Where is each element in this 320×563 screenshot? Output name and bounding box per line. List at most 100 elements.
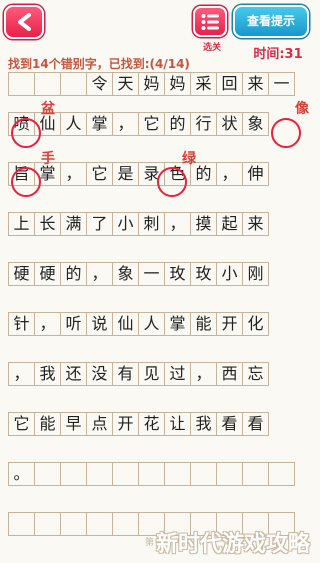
grid-cell[interactable]: 早	[61, 413, 87, 435]
grid-cell[interactable]: 一	[139, 263, 165, 285]
grid-cell[interactable]: 伸	[243, 163, 269, 185]
grid-cell[interactable]: 刚	[243, 263, 269, 285]
grid-cell[interactable]: 点	[87, 413, 113, 435]
correction-label: 盆	[41, 101, 55, 117]
grid-cell[interactable]: 的	[165, 113, 191, 135]
grid-cell[interactable]: ，	[9, 363, 35, 385]
level-select-button[interactable]	[193, 6, 227, 37]
grid-cell[interactable]: 我	[35, 363, 61, 385]
correction-label: 像	[295, 101, 309, 117]
grid-cell[interactable]: 小	[113, 213, 139, 235]
grid-cell[interactable]: 化	[243, 313, 269, 335]
grid-cell[interactable]: 上	[9, 213, 35, 235]
grid-cell[interactable]	[113, 513, 139, 535]
back-button[interactable]	[4, 5, 44, 39]
grid-cell[interactable]	[269, 463, 295, 485]
grid-cell[interactable]	[217, 463, 243, 485]
grid-cell[interactable]: 玫	[191, 263, 217, 285]
grid-cell[interactable]: 状	[217, 113, 243, 135]
grid-cell[interactable]: 来	[243, 73, 269, 95]
grid-cell[interactable]	[191, 463, 217, 485]
grid-cell[interactable]	[139, 463, 165, 485]
grid-cell[interactable]: 听	[61, 313, 87, 335]
grid-cell[interactable]	[243, 463, 269, 485]
grid-cell[interactable]: 看	[243, 413, 269, 435]
grid-cell[interactable]: 开	[113, 413, 139, 435]
grid-cell[interactable]: 针	[9, 313, 35, 335]
grid-cell[interactable]: 小	[217, 263, 243, 285]
grid-cell[interactable]: 见	[139, 363, 165, 385]
grid-cell[interactable]: 开	[217, 313, 243, 335]
grid-cell[interactable]: 它	[9, 413, 35, 435]
grid-cell[interactable]: ，	[87, 263, 113, 285]
grid-cell[interactable]: 来	[243, 213, 269, 235]
grid-cell[interactable]: 忘	[243, 363, 269, 385]
grid-cell[interactable]: 我	[191, 413, 217, 435]
grid-cell[interactable]: 人	[61, 113, 87, 135]
grid-cell[interactable]: ，	[217, 163, 243, 185]
grid-cell[interactable]: 起	[217, 213, 243, 235]
grid-cell[interactable]: 硬	[35, 263, 61, 285]
grid-cell[interactable]: ，	[113, 113, 139, 135]
list-menu-icon	[201, 14, 219, 30]
grid-cell[interactable]	[35, 463, 61, 485]
grid-cell[interactable]: 硬	[9, 263, 35, 285]
grid-cell[interactable]: 它	[87, 163, 113, 185]
grid-cell[interactable]	[165, 463, 191, 485]
grid-cell[interactable]: 妈	[139, 73, 165, 95]
grid-cell[interactable]: 摸	[191, 213, 217, 235]
grid-cell[interactable]	[61, 463, 87, 485]
grid-cell[interactable]: 采	[191, 73, 217, 95]
grid-cell[interactable]: 它	[139, 113, 165, 135]
grid-row: 令天妈妈采回来一	[8, 72, 295, 96]
grid-cell[interactable]	[35, 73, 61, 95]
grid-cell[interactable]: 象	[243, 113, 269, 135]
grid-cell[interactable]: 看	[217, 413, 243, 435]
grid-cell[interactable]: 象	[113, 263, 139, 285]
grid-cell[interactable]: ，	[35, 313, 61, 335]
grid-cell[interactable]	[9, 513, 35, 535]
grid-cell[interactable]: 仙	[113, 313, 139, 335]
watermark-prefix: 第	[145, 538, 155, 548]
grid-row: ，我还没有见过，西忘	[8, 362, 269, 386]
grid-cell[interactable]: 令	[87, 73, 113, 95]
grid-cell[interactable]: 人	[139, 313, 165, 335]
grid-cell[interactable]: 行	[191, 113, 217, 135]
grid-cell[interactable]: 没	[87, 363, 113, 385]
grid-row: 上长满了小刺，摸起来	[8, 212, 269, 236]
grid-cell[interactable]: 天	[113, 73, 139, 95]
grid-cell[interactable]: 能	[191, 313, 217, 335]
grid-cell[interactable]: ，	[165, 213, 191, 235]
grid-cell[interactable]: ，	[191, 363, 217, 385]
view-hint-button[interactable]: 查看提示	[233, 5, 309, 38]
grid-cell[interactable]	[113, 463, 139, 485]
grid-cell[interactable]	[61, 513, 87, 535]
grid-cell[interactable]	[35, 513, 61, 535]
grid-cell[interactable]: 。	[9, 463, 35, 485]
grid-cell[interactable]: 长	[35, 213, 61, 235]
grid-cell[interactable]: 掌	[165, 313, 191, 335]
grid-cell[interactable]: 说	[87, 313, 113, 335]
grid-cell[interactable]: ，	[61, 163, 87, 185]
grid-cell[interactable]: 是	[113, 163, 139, 185]
grid-cell[interactable]: 一	[269, 73, 295, 95]
grid-cell[interactable]: 回	[217, 73, 243, 95]
grid-cell[interactable]: 了	[87, 213, 113, 235]
grid-cell[interactable]	[87, 513, 113, 535]
grid-cell[interactable]: 有	[113, 363, 139, 385]
grid-cell[interactable]: 满	[61, 213, 87, 235]
grid-cell[interactable]: 掌	[87, 113, 113, 135]
grid-cell[interactable]: 花	[139, 413, 165, 435]
grid-cell[interactable]: 刺	[139, 213, 165, 235]
grid-cell[interactable]: 玫	[165, 263, 191, 285]
grid-cell[interactable]	[61, 73, 87, 95]
grid-cell[interactable]	[87, 463, 113, 485]
grid-cell[interactable]: 西	[217, 363, 243, 385]
grid-cell[interactable]: 能	[35, 413, 61, 435]
grid-cell[interactable]: 还	[61, 363, 87, 385]
grid-cell[interactable]: 让	[165, 413, 191, 435]
grid-cell[interactable]: 的	[61, 263, 87, 285]
grid-cell[interactable]: 妈	[165, 73, 191, 95]
grid-cell[interactable]: 过	[165, 363, 191, 385]
grid-cell[interactable]	[9, 73, 35, 95]
